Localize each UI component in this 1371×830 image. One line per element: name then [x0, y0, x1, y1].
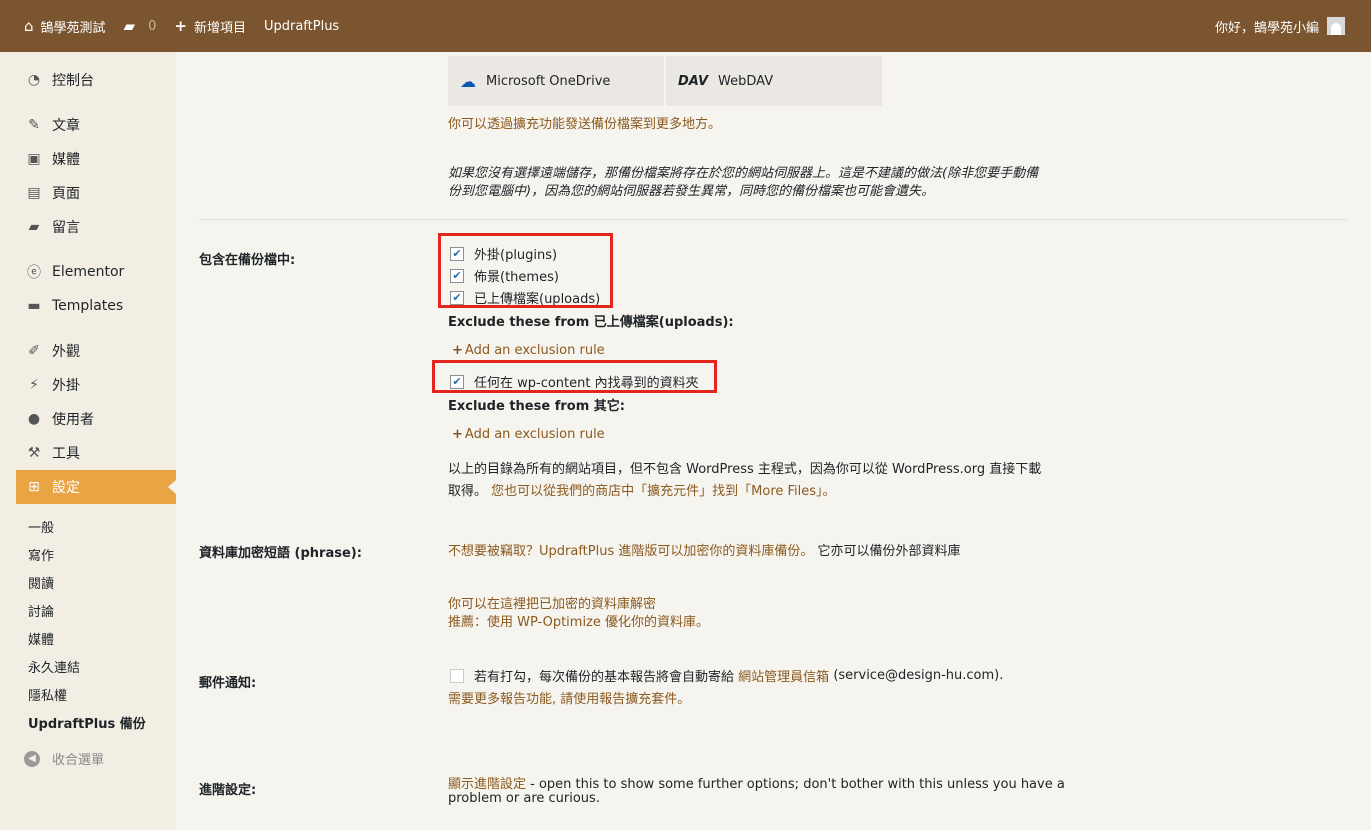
plus-icon: + [452, 343, 463, 358]
admin-bar: ⌂ 鵠學苑測試 ▰ 0 + 新增項目 UpdraftPlus 你好，鵠學苑小編 [0, 0, 1371, 52]
advanced-settings-line2: problem or are curious. [448, 791, 600, 806]
email-notification-row: 若有打勾，每次備份的基本報告將會自動寄給 網站管理員信箱 (service@de… [450, 666, 1003, 685]
sidebar-item-appearance[interactable]: ✐ 外觀 [0, 334, 176, 368]
plus-icon: + [174, 17, 187, 35]
admin-email-link[interactable]: 網站管理員信箱 [738, 666, 829, 685]
exclude-other-label: Exclude these from 其它: [448, 399, 625, 414]
reporting-addon-link[interactable]: 需要更多報告功能, 請使用報告擴充套件。 [448, 688, 690, 707]
db-phrase-label: 資料庫加密短語 (phrase): [199, 546, 362, 561]
advanced-settings-line1: 顯示進階設定 - open this to show some further … [448, 777, 1065, 792]
user-icon: ● [27, 411, 41, 427]
submenu-writing[interactable]: 寫作 [28, 545, 54, 564]
highlight-box-include [438, 233, 613, 308]
admin-sidebar: ◔ 控制台 ✎ 文章 ▣ 媒體 ▤ 頁面 ▰ 留言 ⓔ Elementor ▬ Templat… [0, 52, 176, 830]
sidebar-item-elementor[interactable]: ⓔ Elementor [0, 255, 176, 289]
submenu-discussion[interactable]: 討論 [28, 601, 54, 620]
onedrive-cloud-icon: ☁ [460, 71, 476, 91]
directories-note-line1: 以上的目錄為所有的網站項目，但不包含 WordPress 主程式，因為你可以從 … [448, 462, 1042, 477]
add-exclusion-uploads-link[interactable]: + Add an exclusion rule [452, 343, 605, 358]
plugin-icon: ⚡ [29, 377, 39, 393]
submenu-reading[interactable]: 閱讀 [28, 573, 54, 592]
email-notification-label: 郵件通知: [199, 676, 257, 691]
submenu-permalinks[interactable]: 永久連結 [28, 657, 80, 676]
show-advanced-settings-link[interactable]: 顯示進階設定 [448, 777, 526, 792]
decrypt-database-link[interactable]: 你可以在這裡把已加密的資料庫解密 [448, 593, 656, 612]
new-content-link[interactable]: + 新增項目 [174, 17, 246, 36]
submenu-privacy[interactable]: 隱私權 [28, 685, 67, 704]
user-account-menu[interactable]: 你好，鵠學苑小編 [1215, 0, 1345, 52]
wp-optimize-link[interactable]: 推薦：使用 WP-Optimize 優化你的資料庫。 [448, 611, 709, 630]
sidebar-item-dashboard[interactable]: ◔ 控制台 [0, 63, 176, 97]
dashboard-icon: ◔ [27, 72, 41, 88]
wrench-icon: ⚒ [27, 445, 41, 461]
webdav-logo-icon: DAV [678, 73, 709, 89]
more-files-link[interactable]: 您也可以從我們的商店中「擴充元件」找到「More Files」。 [491, 484, 835, 499]
media-icon: ▣ [27, 151, 41, 167]
updraftplus-link[interactable]: UpdraftPlus [264, 19, 339, 34]
submenu-updraftplus[interactable]: UpdraftPlus 備份 [28, 713, 146, 732]
sidebar-item-templates[interactable]: ▬ Templates [0, 289, 176, 323]
remote-storage-warning-line2: 份到您電腦中)，因為您的網站伺服器若發生異常，同時您的備份檔案也可能會遺失。 [448, 184, 935, 199]
collapse-arrow-icon: ◀ [24, 750, 40, 767]
sidebar-item-tools[interactable]: ⚒ 工具 [0, 436, 176, 470]
email-notification-checkbox[interactable] [450, 668, 464, 683]
exclude-uploads-label: Exclude these from 已上傳檔案(uploads): [448, 315, 734, 330]
avatar [1327, 17, 1345, 35]
remote-storage-warning-line1: 如果您沒有選擇遠端儲存，那備份檔案將存在於您的網站伺服器上。這是不建議的做法(除… [448, 166, 1039, 181]
comment-bubble-icon: ▰ [123, 17, 136, 35]
sidebar-item-plugins[interactable]: ⚡ 外掛 [0, 368, 176, 402]
include-in-backup-label: 包含在備份檔中: [199, 253, 296, 268]
plus-icon: + [452, 427, 463, 442]
sidebar-item-comments[interactable]: ▰ 留言 [0, 210, 176, 244]
settings-icon: ⊞ [28, 479, 40, 495]
divider [199, 219, 1347, 220]
sidebar-item-users[interactable]: ● 使用者 [0, 402, 176, 436]
db-phrase-row: 不想要被竊取？UpdraftPlus 進階版可以加密你的資料庫備份。 它亦可以備… [448, 544, 961, 559]
submenu-media[interactable]: 媒體 [28, 629, 54, 648]
brush-icon: ✐ [28, 343, 40, 359]
highlight-box-wpcontent [432, 360, 717, 393]
page-icon: ▤ [27, 185, 41, 201]
folder-icon: ▬ [27, 298, 41, 314]
sidebar-item-media[interactable]: ▣ 媒體 [0, 142, 176, 176]
home-icon: ⌂ [24, 17, 34, 35]
sidebar-item-settings[interactable]: ⊞ 設定 [16, 470, 176, 504]
premium-encrypt-link[interactable]: 不想要被竊取？UpdraftPlus 進階版可以加密你的資料庫備份。 [448, 544, 813, 559]
remote-storage-onedrive[interactable]: ☁ Microsoft OneDrive [448, 56, 664, 106]
elementor-icon: ⓔ [27, 265, 41, 281]
sidebar-item-posts[interactable]: ✎ 文章 [0, 108, 176, 142]
directories-note-line2: 取得。 您也可以從我們的商店中「擴充元件」找到「More Files」。 [448, 484, 836, 499]
pin-icon: ✎ [28, 117, 40, 133]
comments-link[interactable]: ▰ 0 [124, 17, 157, 35]
sidebar-item-pages[interactable]: ▤ 頁面 [0, 176, 176, 210]
collapse-menu-button[interactable]: ◀ 收合選單 [24, 749, 104, 768]
site-name-link[interactable]: ⌂ 鵠學苑測試 [24, 17, 106, 36]
submenu-general[interactable]: 一般 [28, 517, 54, 536]
more-destinations-link[interactable]: 你可以透過擴充功能發送備份檔案到更多地方。 [448, 113, 721, 132]
advanced-settings-label: 進階設定: [199, 783, 257, 798]
remote-storage-webdav[interactable]: DAV WebDAV [666, 56, 882, 106]
add-exclusion-other-link[interactable]: + Add an exclusion rule [452, 427, 605, 442]
comment-icon: ▰ [28, 219, 40, 235]
